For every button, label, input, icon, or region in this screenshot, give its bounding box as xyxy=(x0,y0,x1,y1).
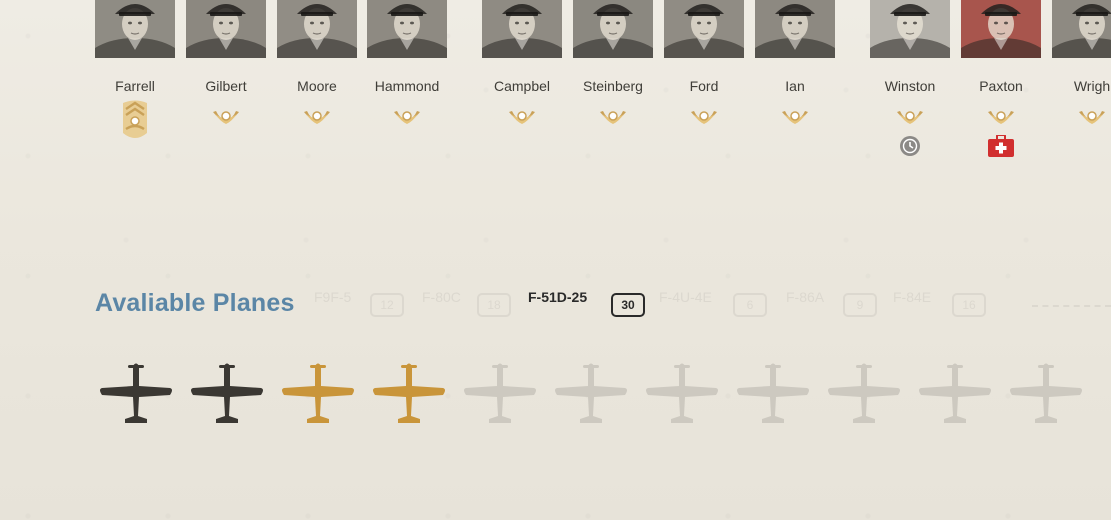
plane-icon xyxy=(735,360,811,426)
sergeant-rank-icon xyxy=(120,99,150,143)
pilot-portrait xyxy=(186,0,266,58)
plane-icon xyxy=(462,360,538,426)
plane-icon xyxy=(553,360,629,426)
pilot-portrait xyxy=(961,0,1041,58)
pilot-name: Ian xyxy=(785,78,805,94)
plane-count-badge: 9 xyxy=(843,293,877,317)
plane-icon[interactable] xyxy=(371,360,447,426)
wings-rank-icon xyxy=(211,106,241,128)
plane-icon xyxy=(1008,360,1084,426)
medical-cross-icon xyxy=(988,134,1014,157)
pilot-name: Hammond xyxy=(374,78,440,94)
plane-count-badge: 12 xyxy=(370,293,404,317)
plane-tab-label: F-4U-4E xyxy=(659,289,712,305)
plane-icon xyxy=(644,360,720,426)
plane-count-badge: 16 xyxy=(952,293,986,317)
wings-rank-icon xyxy=(689,106,719,128)
plane-icon[interactable] xyxy=(98,360,174,426)
more-tabs-divider xyxy=(1032,305,1111,307)
plane-count-badge: 6 xyxy=(733,293,767,317)
plane-icon[interactable] xyxy=(189,360,265,426)
plane-tab-label: F-86A xyxy=(786,289,825,305)
plane-count-badge: 18 xyxy=(477,293,511,317)
wings-rank-icon xyxy=(895,106,925,128)
resting-clock-icon xyxy=(900,136,920,156)
pilot-name: Wrigh xyxy=(1073,78,1111,94)
pilot-portrait xyxy=(755,0,835,58)
plane-icon xyxy=(826,360,902,426)
wings-rank-icon xyxy=(392,106,422,128)
wings-rank-icon xyxy=(507,106,537,128)
wings-rank-icon xyxy=(598,106,628,128)
plane-count-badge: 30 xyxy=(611,293,645,317)
pilot-portrait xyxy=(482,0,562,58)
plane-tab-label: F-84E xyxy=(893,289,932,305)
wings-rank-icon xyxy=(780,106,810,128)
available-planes-title: Avaliable Planes xyxy=(95,289,295,317)
wings-rank-icon xyxy=(1077,106,1107,128)
pilot-portrait xyxy=(95,0,175,58)
pilot-portrait xyxy=(1052,0,1111,58)
wings-rank-icon xyxy=(986,106,1016,128)
plane-icon[interactable] xyxy=(280,360,356,426)
plane-tab-label: F-80C xyxy=(422,289,461,305)
pilot-portrait xyxy=(573,0,653,58)
pilot-portrait xyxy=(277,0,357,58)
pilot-portrait xyxy=(870,0,950,58)
plane-tab-label: F-51D-25 xyxy=(528,289,588,305)
wings-rank-icon xyxy=(302,106,332,128)
pilot-portrait xyxy=(664,0,744,58)
plane-tab-label: F9F-5 xyxy=(314,289,352,305)
plane-icon xyxy=(917,360,993,426)
pilot-portrait xyxy=(367,0,447,58)
